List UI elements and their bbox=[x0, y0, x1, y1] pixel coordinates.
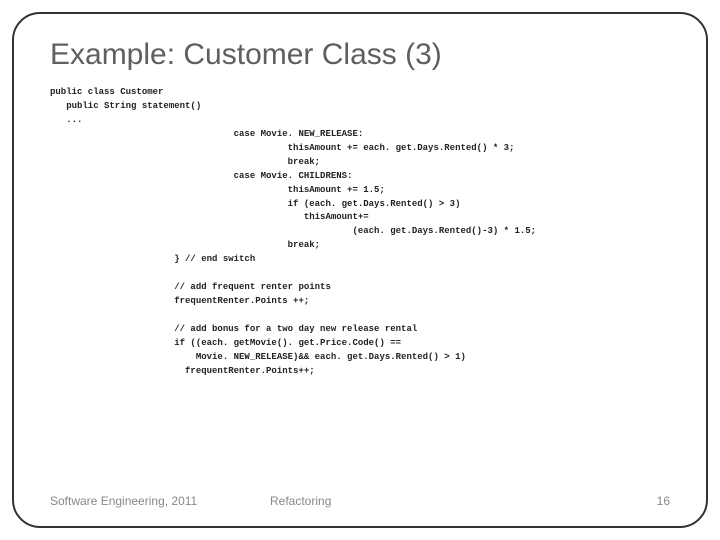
code-line: public String statement() bbox=[50, 101, 201, 111]
code-line: break; bbox=[50, 240, 320, 250]
code-line: frequentRenter.Points++; bbox=[50, 366, 315, 376]
code-line: if (each. get.Days.Rented() > 3) bbox=[50, 199, 460, 209]
slide-footer: Software Engineering, 2011 Refactoring 1… bbox=[50, 494, 670, 508]
code-block: public class Customer public String stat… bbox=[50, 86, 670, 379]
code-line: (each. get.Days.Rented()-3) * 1.5; bbox=[50, 226, 536, 236]
code-line: // add bonus for a two day new release r… bbox=[50, 324, 417, 334]
footer-center: Refactoring bbox=[250, 494, 610, 508]
code-line: case Movie. NEW_RELEASE: bbox=[50, 129, 363, 139]
code-line: frequentRenter.Points ++; bbox=[50, 296, 309, 306]
slide-frame: Example: Customer Class (3) public class… bbox=[12, 12, 708, 528]
code-line: case Movie. CHILDRENS: bbox=[50, 171, 352, 181]
code-line: break; bbox=[50, 157, 320, 167]
code-line: // add frequent renter points bbox=[50, 282, 331, 292]
code-line: } // end switch bbox=[50, 254, 255, 264]
code-line: thisAmount+= bbox=[50, 212, 369, 222]
code-line: if ((each. getMovie(). get.Price.Code() … bbox=[50, 338, 401, 348]
slide-title: Example: Customer Class (3) bbox=[50, 38, 670, 72]
code-line: public class Customer bbox=[50, 87, 163, 97]
code-line: Movie. NEW_RELEASE)&& each. get.Days.Ren… bbox=[50, 352, 466, 362]
footer-left: Software Engineering, 2011 bbox=[50, 494, 250, 508]
page-number: 16 bbox=[610, 494, 670, 508]
code-line: ... bbox=[50, 115, 82, 125]
code-line: thisAmount += each. get.Days.Rented() * … bbox=[50, 143, 514, 153]
code-line: thisAmount += 1.5; bbox=[50, 185, 385, 195]
